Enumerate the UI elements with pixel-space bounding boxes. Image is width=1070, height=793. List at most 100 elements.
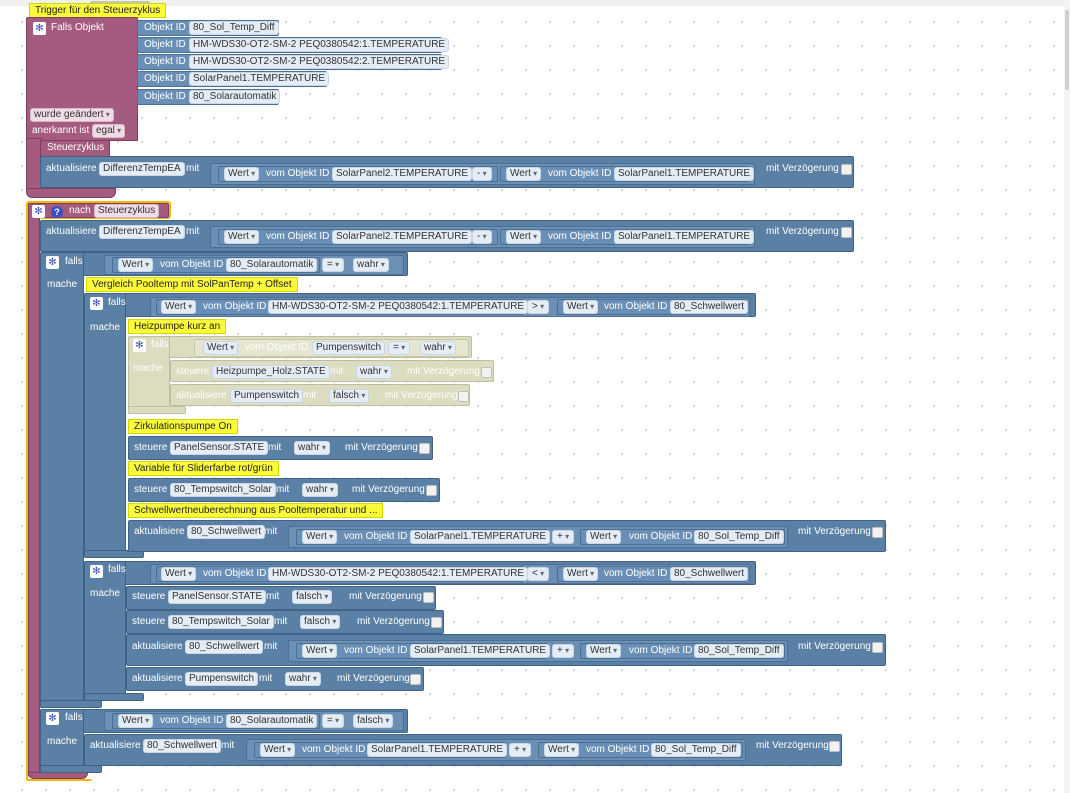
anerkannt-dropdown[interactable]: egal — [92, 124, 126, 138]
variable-field[interactable]: 80_Schwellwert — [143, 739, 222, 753]
gear-icon[interactable]: ✻ — [32, 205, 45, 218]
gear-icon[interactable]: ✻ — [46, 256, 59, 269]
object-id-field[interactable]: 80_Sol_Temp_Diff — [694, 530, 784, 544]
wert-dropdown[interactable]: Wert — [260, 743, 296, 757]
wurde-geaendert-dropdown[interactable]: wurde geändert — [30, 108, 114, 122]
variable-field[interactable]: 80_Schwellwert — [185, 640, 264, 654]
wert-dropdown[interactable]: Wert — [563, 567, 599, 581]
object-id-field[interactable]: PanelSensor.STATE — [170, 441, 269, 455]
wert-dropdown[interactable]: Wert — [118, 714, 154, 728]
help-icon[interactable]: ? — [51, 206, 63, 218]
delay-checkbox[interactable] — [872, 527, 883, 538]
wert-dropdown[interactable]: Wert — [506, 167, 542, 181]
wahr-dropdown[interactable]: wahr — [353, 258, 389, 272]
vertical-scrollbar[interactable] — [1064, 0, 1070, 793]
wert-dropdown[interactable]: Wert — [224, 167, 260, 181]
trigger-block[interactable] — [26, 17, 138, 141]
falsch-dropdown[interactable]: falsch — [292, 590, 333, 604]
object-id-field[interactable]: SolarPanel1.TEMPERATURE — [614, 167, 755, 181]
object-id-field[interactable]: 80_Solarautomatik — [226, 258, 318, 272]
object-id-field[interactable]: PanelSensor.STATE — [168, 590, 267, 604]
operator-dropdown[interactable]: < — [527, 567, 550, 581]
object-id-field[interactable]: SolarPanel1.TEMPERATURE — [410, 530, 551, 544]
wert-dropdown[interactable]: Wert — [563, 300, 599, 314]
gear-icon[interactable]: ✻ — [33, 22, 46, 35]
variable-field[interactable]: 80_Schwellwert — [187, 525, 266, 539]
delay-checkbox[interactable] — [419, 443, 430, 454]
delay-checkbox[interactable] — [431, 617, 442, 628]
wert-dropdown[interactable]: Wert — [586, 644, 622, 658]
vertical-scroll-thumb[interactable] — [1065, 10, 1069, 90]
operator-dropdown[interactable]: - — [472, 167, 492, 181]
object-id-field[interactable]: SolarPanel2.TEMPERATURE — [332, 167, 473, 181]
falsch-dropdown[interactable]: falsch — [353, 714, 394, 728]
falsch-dropdown[interactable]: falsch — [300, 615, 341, 629]
gear-icon[interactable]: ✻ — [46, 712, 59, 725]
operator-dropdown[interactable]: = — [388, 341, 411, 355]
wert-dropdown[interactable]: Wert — [302, 644, 338, 658]
gear-icon[interactable]: ✻ — [133, 339, 146, 352]
variable-field[interactable]: Pumpenswitch — [230, 389, 304, 403]
object-id-field[interactable]: Pumpenswitch — [312, 341, 386, 355]
object-id-field[interactable]: SolarPanel1.TEMPERATURE — [189, 72, 330, 86]
object-id-field[interactable]: HM-WDS30-OT2-SM-2 PEQ0380542:2.TEMPERATU… — [189, 55, 450, 69]
wert-dropdown[interactable]: Wert — [203, 341, 239, 355]
object-id-field[interactable]: SolarPanel2.TEMPERATURE — [332, 230, 473, 244]
comment-block[interactable]: Schwellwertneuberechnung aus Pooltempera… — [128, 503, 384, 518]
delay-checkbox[interactable] — [410, 674, 421, 685]
delay-checkbox[interactable] — [829, 741, 840, 752]
schedule-name-field[interactable]: Steuerzyklus — [94, 204, 160, 218]
object-id-field[interactable]: 80_Solarautomatik — [226, 714, 318, 728]
gear-icon[interactable]: ✻ — [90, 565, 103, 578]
object-id-field[interactable]: Heizpumpe_Holz.STATE — [212, 365, 330, 379]
variable-field[interactable]: Pumpenswitch — [185, 672, 259, 686]
delay-checkbox[interactable] — [458, 391, 469, 402]
object-id-field[interactable]: 80_Tempswitch_Solar — [170, 483, 276, 497]
wahr-dropdown[interactable]: wahr — [302, 483, 338, 497]
delay-checkbox[interactable] — [423, 592, 434, 603]
object-id-field[interactable]: 80_Schwellwert — [670, 567, 749, 581]
wahr-dropdown[interactable]: wahr — [294, 441, 330, 455]
object-id-field[interactable]: SolarPanel1.TEMPERATURE — [410, 644, 551, 658]
object-id-field[interactable]: 80_Schwellwert — [670, 300, 749, 314]
comment-block[interactable]: Zirkulationspumpe On — [128, 419, 238, 434]
wahr-dropdown[interactable]: wahr — [285, 672, 321, 686]
trigger-comment[interactable]: Trigger für den Steuerzyklus — [29, 3, 167, 18]
object-id-field[interactable]: SolarPanel1.TEMPERATURE — [367, 743, 508, 757]
comment-block[interactable]: Vergleich Pooltemp mit SolPanTemp + Offs… — [86, 277, 298, 292]
wert-dropdown[interactable]: Wert — [118, 258, 154, 272]
wert-dropdown[interactable]: Wert — [544, 743, 580, 757]
wert-dropdown[interactable]: Wert — [506, 230, 542, 244]
operator-dropdown[interactable]: = — [322, 714, 345, 728]
delay-checkbox[interactable] — [841, 164, 852, 175]
object-id-field[interactable]: SolarPanel1.TEMPERATURE — [614, 230, 755, 244]
object-id-field[interactable]: HM-WDS30-OT2-SM-2 PEQ0380542:1.TEMPERATU… — [268, 567, 529, 581]
operator-dropdown[interactable]: + — [552, 530, 575, 544]
falsch-dropdown[interactable]: falsch — [329, 389, 370, 403]
comment-block[interactable]: Variable für Sliderfarbe rot/grün — [128, 461, 279, 476]
wert-dropdown[interactable]: Wert — [224, 230, 260, 244]
operator-dropdown[interactable]: > — [527, 300, 550, 314]
comment-block[interactable]: Heizpumpe kurz an — [128, 319, 227, 334]
wert-dropdown[interactable]: Wert — [161, 300, 197, 314]
object-id-field[interactable]: 80_Sol_Temp_Diff — [694, 644, 784, 658]
wert-dropdown[interactable]: Wert — [161, 567, 197, 581]
operator-dropdown[interactable]: - — [472, 230, 492, 244]
wahr-dropdown[interactable]: wahr — [420, 341, 456, 355]
operator-dropdown[interactable]: = — [322, 258, 345, 272]
gear-icon[interactable]: ✻ — [90, 297, 103, 310]
operator-dropdown[interactable]: + — [552, 644, 575, 658]
variable-field[interactable]: DifferenzTempEA — [99, 162, 185, 176]
object-id-field[interactable]: 80_Sol_Temp_Diff — [189, 21, 279, 35]
wert-dropdown[interactable]: Wert — [302, 530, 338, 544]
operator-dropdown[interactable]: + — [509, 743, 532, 757]
delay-checkbox[interactable] — [872, 642, 883, 653]
variable-field[interactable]: DifferenzTempEA — [99, 225, 185, 239]
object-id-field[interactable]: HM-WDS30-OT2-SM-2 PEQ0380542:1.TEMPERATU… — [268, 300, 529, 314]
wert-dropdown[interactable]: Wert — [586, 530, 622, 544]
object-id-field[interactable]: HM-WDS30-OT2-SM-2 PEQ0380542:1.TEMPERATU… — [189, 38, 450, 52]
object-id-field[interactable]: 80_Tempswitch_Solar — [168, 615, 274, 629]
object-id-field[interactable]: 80_Solarautomatik — [189, 90, 281, 104]
wahr-dropdown[interactable]: wahr — [356, 365, 392, 379]
object-id-field[interactable]: 80_Sol_Temp_Diff — [651, 743, 741, 757]
